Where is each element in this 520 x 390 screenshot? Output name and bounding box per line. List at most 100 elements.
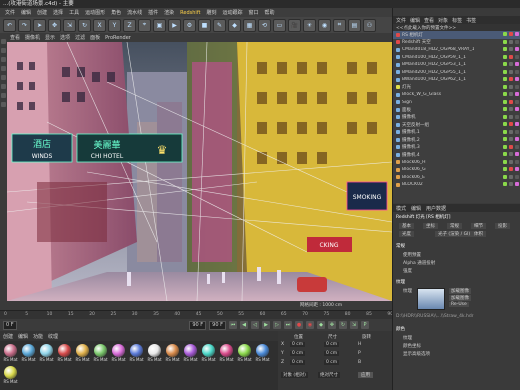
python-icon[interactable]: ⚇ [363,18,376,32]
menu-item-4[interactable]: 工具 [68,9,80,16]
object-row[interactable]: 摄像机.1 [393,129,520,137]
tag-icon[interactable] [509,84,513,89]
attribute-menu-2[interactable]: 用户数据 [426,205,446,212]
tag-icon[interactable] [509,54,513,59]
object-row[interactable]: BWand100_HD2_OGP62_1_1 [393,76,520,84]
attribute-subtab-2[interactable]: 光子 (渲染 / GI) [435,231,474,237]
material-swatch[interactable]: RS Mat [164,343,181,364]
x-axis-icon[interactable]: X [93,18,106,32]
keyframe-icon[interactable]: ◆ [317,321,325,329]
visibility-dot-icon[interactable] [503,54,507,59]
object-row[interactable]: 灯光 [393,84,520,92]
material-swatch[interactable]: RS Mat [38,343,55,364]
tag-icon[interactable] [509,167,513,171]
pen-icon[interactable]: ✎ [213,18,226,32]
tag-icon[interactable] [509,137,513,141]
menu-item-1[interactable]: 编辑 [20,9,32,16]
material-tag-icon[interactable] [515,137,519,141]
next-key-icon[interactable]: ▷ [273,321,281,329]
attribute-subtab-2[interactable]: 光度 [399,231,414,237]
option-use-preset[interactable]: 使用预置 [403,252,421,258]
visibility-dot-icon[interactable] [503,99,507,104]
menu-item-2[interactable]: 创建 [36,9,48,16]
material-swatch[interactable]: RS Mat [200,343,217,364]
prev-key-icon[interactable]: ◀ [240,321,248,329]
material-tag-icon[interactable] [515,39,519,44]
object-row[interactable]: CMand018_HD2_OGP68_VRAY_1 [393,46,520,54]
attribute-subtab[interactable]: 投影 [495,223,510,229]
menu-item-11[interactable]: 雕刻 [205,9,217,16]
material-swatch[interactable]: RS Mat [56,343,73,364]
move-icon[interactable]: ✥ [48,18,61,32]
attribute-subtab[interactable]: 常规 [447,223,462,229]
material-tag-icon[interactable] [515,144,519,149]
tag-icon[interactable] [509,39,513,44]
cube-icon[interactable]: ■ [198,18,211,32]
end-frame-field-2[interactable]: 90 F [209,320,226,330]
object-row[interactable]: Block_W_G_Glass [393,91,520,99]
material-tag-icon[interactable] [515,159,519,164]
object-row[interactable]: 摄像机.4 [393,151,520,159]
viewport-menu-2[interactable]: 显示 [45,34,55,41]
material-swatch[interactable]: RS Mat [146,343,163,364]
tag-icon[interactable] [509,99,513,104]
rotate-icon[interactable]: ↻ [78,18,91,32]
undo-icon[interactable]: ↶ [3,18,16,32]
axis-mode-icon[interactable] [1,93,6,98]
visibility-dot-icon[interactable] [503,84,507,89]
coord-pos-field[interactable]: 0 cm [290,342,306,347]
floor-icon[interactable]: ▭ [273,18,286,32]
visibility-dot-icon[interactable] [503,167,507,171]
coord-size-mode-select[interactable]: 绝对尺寸 [318,372,340,378]
apply-button[interactable]: 应用 [358,372,373,378]
menu-item-9[interactable]: 渲染 [163,9,175,16]
tag-icon[interactable] [509,174,513,179]
object-menu-2[interactable]: 查看 [424,17,434,24]
object-menu-1[interactable]: 编辑 [410,17,420,24]
tag-icon[interactable] [509,129,513,134]
render-settings-icon[interactable]: ⚙ [183,18,196,32]
section-color[interactable]: 颜色 [396,326,405,332]
menu-item-10[interactable]: Redshift [179,10,201,16]
material-tag-icon[interactable] [515,107,519,111]
visibility-dot-icon[interactable] [503,152,507,156]
object-menu-5[interactable]: 书签 [466,17,476,24]
coord-icon[interactable]: ⌖ [138,18,151,32]
material-swatch[interactable]: RS Mat [2,365,19,386]
coord-size-field[interactable]: 0 cm [324,360,340,365]
scale-icon[interactable]: ⇲ [63,18,76,32]
light-icon[interactable]: ☀ [303,18,316,32]
menu-item-14[interactable]: 帮助 [264,9,276,16]
polygon-mode-icon[interactable] [1,75,6,80]
material-tag-icon[interactable] [515,114,519,119]
object-row[interactable]: RS 相机灯 [393,31,520,39]
viewport-menu-6[interactable]: ProRender [105,35,131,41]
menu-item-8[interactable]: 插件 [147,9,159,16]
object-row[interactable]: 天空反射一组 [393,121,520,129]
visibility-dot-icon[interactable] [503,62,507,66]
play-backward-icon[interactable]: ◁ [251,321,259,329]
viewport-menu-3[interactable]: 选项 [60,34,70,41]
visibility-dot-icon[interactable] [503,129,507,134]
material-swatch[interactable]: RS Mat [236,343,253,364]
material-swatch[interactable]: RS Mat [110,343,127,364]
tag-icon[interactable] [509,77,513,81]
menu-item-6[interactable]: 角色 [110,9,122,16]
visibility-dot-icon[interactable] [503,32,507,36]
visibility-dot-icon[interactable] [503,122,507,126]
lock-mode-icon[interactable] [1,102,6,107]
object-row[interactable]: Redshift 天空 [393,39,520,47]
viewport-menu-1[interactable]: 摄像机 [25,34,40,41]
object-row[interactable]: 面板 [393,106,520,114]
object-row[interactable]: Block06_H [393,159,520,167]
material-menu-3[interactable]: 纹理 [48,333,58,340]
attribute-menu-1[interactable]: 编辑 [411,205,421,212]
material-swatch[interactable]: RS Mat [74,343,91,364]
material-swatch[interactable]: RS Mat [20,343,37,364]
visibility-dot-icon[interactable] [503,137,507,141]
preset-loader[interactable]: <<点此载入你的预置文件>> [393,24,520,31]
param-key-icon[interactable]: P [361,321,369,329]
material-menu-0[interactable]: 创建 [3,333,13,340]
deformer-icon[interactable]: ⟲ [258,18,271,32]
material-tag-icon[interactable] [515,122,519,126]
